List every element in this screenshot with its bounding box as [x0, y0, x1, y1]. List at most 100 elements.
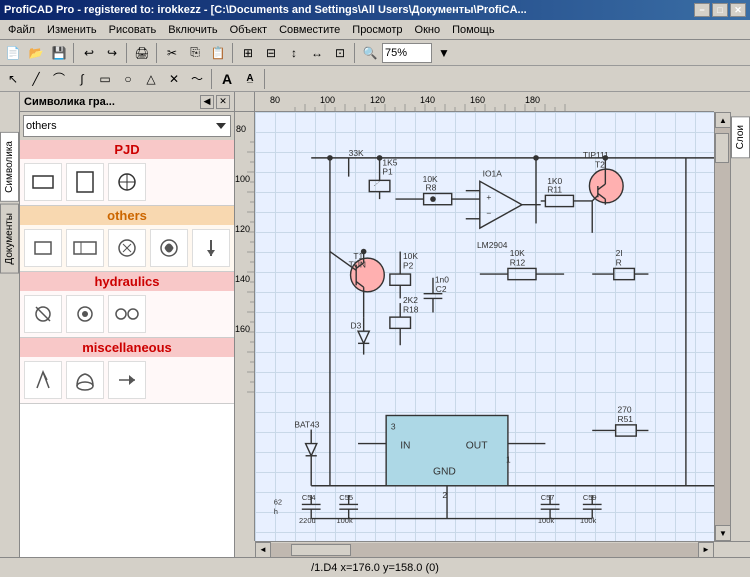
svg-text:62: 62	[274, 497, 282, 506]
draw-sep-2	[264, 69, 266, 89]
minimize-button[interactable]: −	[694, 3, 710, 17]
symbol-others-4[interactable]	[150, 229, 188, 267]
open-button[interactable]: 📂	[25, 42, 47, 64]
svg-text:3: 3	[391, 422, 396, 432]
tab-documents[interactable]: Документы	[0, 204, 19, 274]
scroll-left-button[interactable]: ◄	[255, 542, 271, 558]
scroll-thumb-horizontal[interactable]	[291, 544, 351, 556]
svg-text:+: +	[486, 192, 491, 202]
vertical-scrollbar: ▲ ▼	[714, 112, 730, 541]
category-misc-header: miscellaneous	[20, 338, 234, 357]
curve-tool[interactable]: ∫	[71, 68, 93, 90]
zoom-in-button[interactable]: 🔍	[359, 42, 381, 64]
category-hydraulics-header: hydraulics	[20, 272, 234, 291]
polyline-tool[interactable]: △	[140, 68, 162, 90]
symbol-hyd-2[interactable]	[66, 295, 104, 333]
titlebar: ProfiCAD Pro - registered to: irokkezz -…	[0, 0, 750, 20]
menu-view[interactable]: Просмотр	[346, 22, 408, 38]
svg-text:h: h	[274, 507, 278, 516]
select-tool[interactable]: ↖	[2, 68, 24, 90]
main-canvas[interactable]: R8 10K + − IO1A LM2904 R11 1K	[255, 112, 714, 541]
copy-button[interactable]: ⎘	[184, 42, 206, 64]
maximize-button[interactable]: □	[712, 3, 728, 17]
symbol-others-2[interactable]	[66, 229, 104, 267]
arc-tool[interactable]: ⌒	[48, 68, 70, 90]
symbol-misc-2[interactable]	[66, 361, 104, 399]
toolbar-separator-4	[232, 43, 234, 63]
undo-button[interactable]: ↩	[78, 42, 100, 64]
menu-file[interactable]: Файл	[2, 22, 41, 38]
tab-symbolika[interactable]: Символика	[0, 132, 19, 202]
cross-tool[interactable]: ✕	[163, 68, 185, 90]
rect-tool[interactable]: ▭	[94, 68, 116, 90]
menu-window[interactable]: Окно	[409, 22, 447, 38]
text-style-btn[interactable]: A̲	[239, 68, 261, 90]
line-tool[interactable]: ╱	[25, 68, 47, 90]
zoom-dropdown[interactable]: ▼	[433, 42, 455, 64]
symbol-others-3[interactable]	[108, 229, 146, 267]
svg-text:10K: 10K	[423, 174, 438, 184]
category-pid: PJD	[20, 140, 234, 206]
symbol-misc-3[interactable]	[108, 361, 146, 399]
misc-symbols	[20, 357, 234, 403]
svg-text:R51: R51	[618, 414, 634, 424]
symbol-misc-1[interactable]	[24, 361, 62, 399]
symbol-pid-2[interactable]	[66, 163, 104, 201]
symbol-others-1[interactable]	[24, 229, 62, 267]
symbol-hyd-3[interactable]	[108, 295, 146, 333]
tab-layers[interactable]: Слои	[731, 116, 750, 158]
svg-text:100k: 100k	[336, 516, 352, 525]
save-button[interactable]: 💾	[48, 42, 70, 64]
paste-button[interactable]: 📋	[207, 42, 229, 64]
component-btn5[interactable]: ⊡	[329, 42, 351, 64]
cut-button[interactable]: ✂	[161, 42, 183, 64]
redo-button[interactable]: ↪	[101, 42, 123, 64]
scroll-track-vertical[interactable]	[715, 128, 730, 525]
text-tool[interactable]: A	[216, 68, 238, 90]
symbol-hyd-1[interactable]	[24, 295, 62, 333]
component-btn4[interactable]: ↔	[306, 42, 328, 64]
scroll-up-button[interactable]: ▲	[715, 112, 731, 128]
print-button[interactable]: 🖨	[131, 42, 153, 64]
new-button[interactable]: 📄	[2, 42, 24, 64]
panel-close-button[interactable]: ✕	[216, 95, 230, 109]
scroll-track-horizontal[interactable]	[271, 543, 698, 557]
vertical-ruler: 80 100 120 140 160	[235, 112, 255, 541]
component-btn3[interactable]: ↕	[283, 42, 305, 64]
canvas-body: 80 100 120 140 160	[235, 112, 750, 541]
close-button[interactable]: ✕	[730, 3, 746, 17]
right-tab-panel: Слои	[730, 112, 750, 541]
freehand-tool[interactable]: 〜	[186, 68, 208, 90]
menu-object[interactable]: Объект	[224, 22, 273, 38]
menu-include[interactable]: Включить	[162, 22, 223, 38]
scroll-right-button[interactable]: ►	[698, 542, 714, 558]
menu-align[interactable]: Совместите	[273, 22, 346, 38]
menu-help[interactable]: Помощь	[446, 22, 501, 38]
toolbar-separator-5	[354, 43, 356, 63]
symbol-others-5[interactable]	[192, 229, 230, 267]
symbol-pid-1[interactable]	[24, 163, 62, 201]
ellipse-tool[interactable]: ○	[117, 68, 139, 90]
scroll-thumb-vertical[interactable]	[715, 133, 729, 163]
component-btn1[interactable]: ⊞	[237, 42, 259, 64]
menu-draw[interactable]: Рисовать	[103, 22, 163, 38]
svg-text:220u: 220u	[299, 516, 316, 525]
svg-text:270: 270	[618, 405, 632, 415]
scroll-down-button[interactable]: ▼	[715, 525, 731, 541]
zoom-input[interactable]	[382, 43, 432, 63]
status-text: /1.D4 x=176.0 y=158.0 (0)	[4, 562, 746, 574]
others-symbols	[20, 225, 234, 271]
svg-text:10K: 10K	[403, 251, 418, 261]
svg-text:GND: GND	[433, 467, 456, 478]
symbol-list: PJD others	[20, 140, 234, 557]
category-select[interactable]: others PJD hydraulics miscellaneous	[23, 115, 231, 137]
svg-text:IN: IN	[400, 440, 410, 451]
component-btn2[interactable]: ⊟	[260, 42, 282, 64]
svg-text:C59: C59	[583, 493, 597, 502]
svg-text:BAT43: BAT43	[294, 420, 319, 430]
panel-pin-button[interactable]: ◀	[200, 95, 214, 109]
horizontal-ruler: 80 100 120 140 160 180	[255, 92, 714, 112]
symbol-pid-3[interactable]	[108, 163, 146, 201]
menu-edit[interactable]: Изменить	[41, 22, 103, 38]
svg-text:C55: C55	[339, 493, 353, 502]
